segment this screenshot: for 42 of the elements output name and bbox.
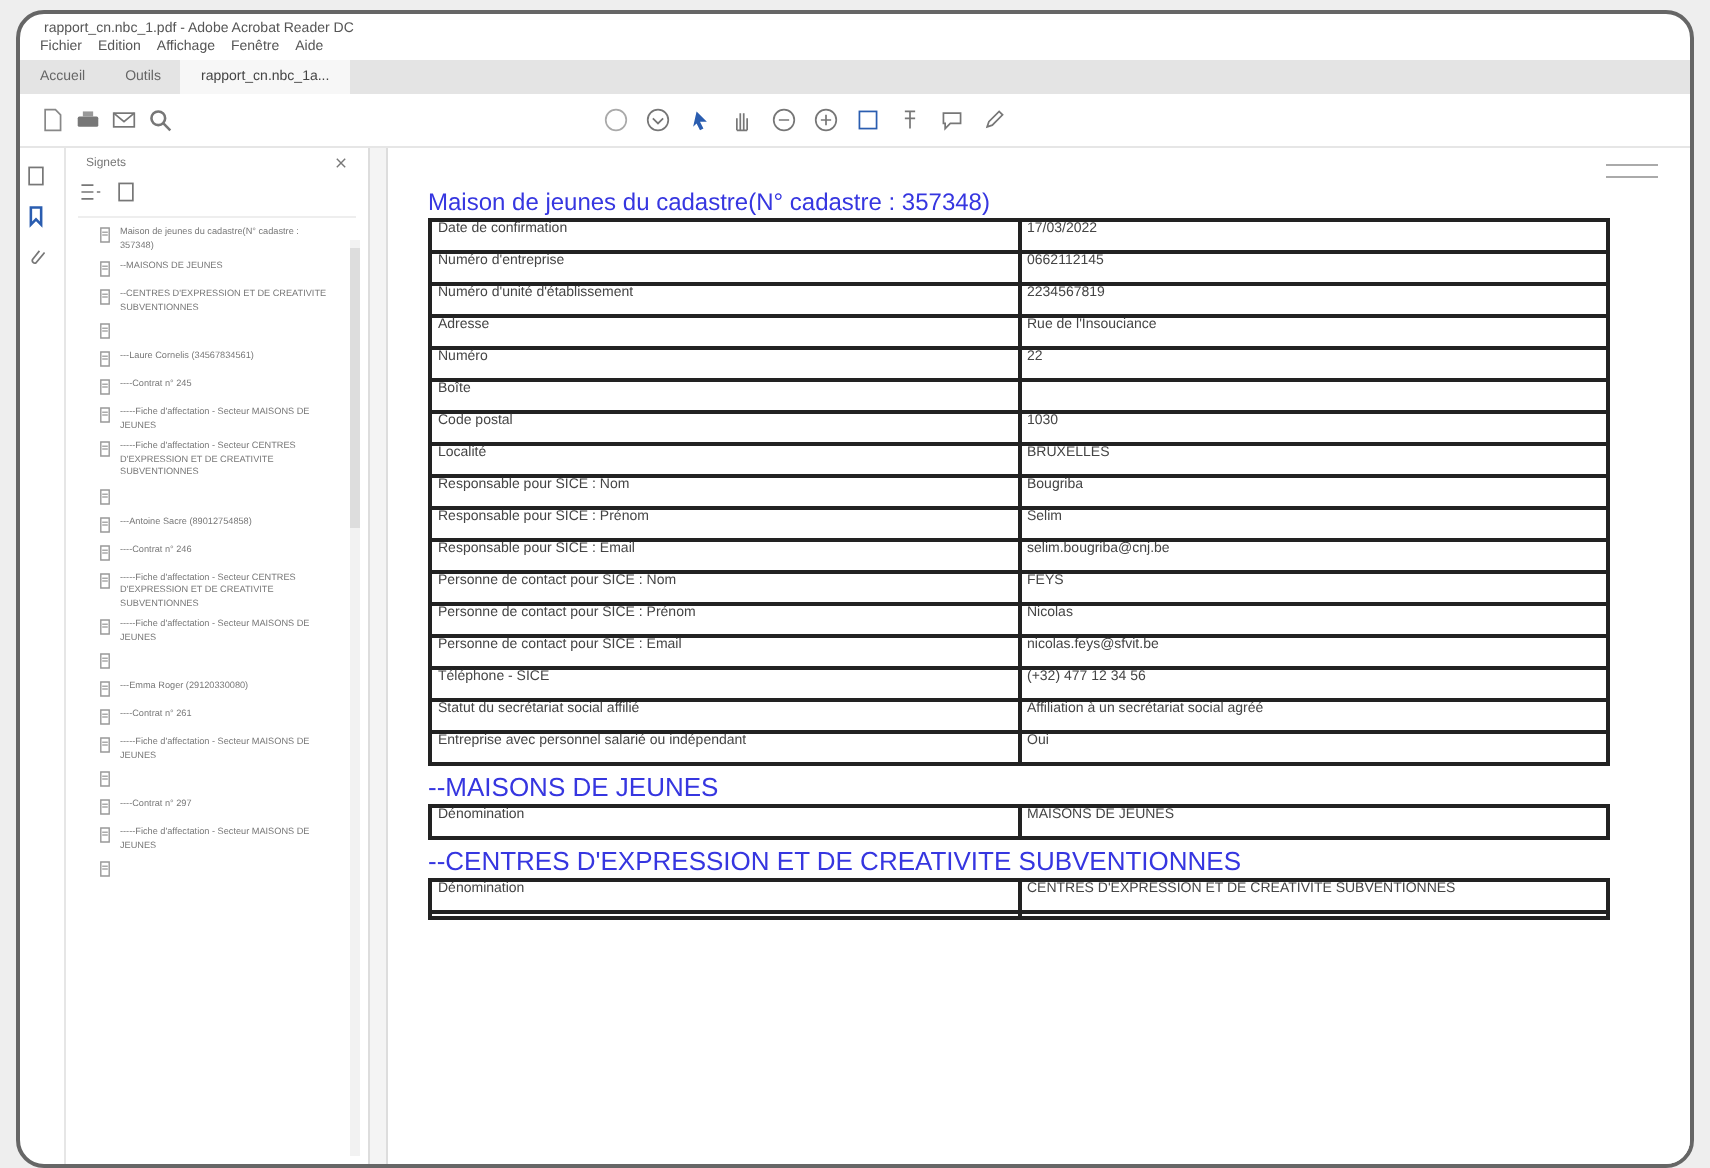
pen-icon[interactable] <box>982 108 1006 132</box>
section-heading: --CENTRES D'EXPRESSION ET DE CREATIVITE SUBVENTIONNES <box>428 846 1244 876</box>
pages-icon[interactable] <box>24 164 48 188</box>
print-icon[interactable] <box>76 108 100 132</box>
bookmark-icon <box>98 860 112 878</box>
bookmark-icon <box>98 826 112 844</box>
bookmark-icon <box>98 406 112 424</box>
document-title: Maison de jeunes du cadastre(N° cadastre : 357348) <box>428 188 992 216</box>
comment-icon[interactable] <box>940 108 964 132</box>
bookmark-icon[interactable] <box>24 204 48 228</box>
bookmark-add-icon[interactable] <box>114 180 138 204</box>
bookmark-icon <box>98 515 112 533</box>
bookmark-icon <box>98 226 112 244</box>
bookmark-icon <box>98 322 112 340</box>
bookmark-icon <box>98 260 112 278</box>
section-heading: --MAISONS DE JEUNES <box>428 772 721 802</box>
zoom-out-icon[interactable] <box>772 108 796 132</box>
bookmark-icon <box>98 736 112 754</box>
bookmark-icon <box>98 543 112 561</box>
bookmark-icon <box>98 798 112 816</box>
mail-icon[interactable] <box>112 108 136 132</box>
pointer-icon[interactable] <box>688 108 712 132</box>
bookmark-icon <box>98 440 112 458</box>
search-icon[interactable] <box>148 108 172 132</box>
bookmark-icon <box>98 288 112 306</box>
down-circle-icon[interactable] <box>646 108 670 132</box>
bookmark-icon <box>98 680 112 698</box>
file-icon[interactable] <box>40 108 64 132</box>
bookmark-icon <box>98 770 112 788</box>
bookmark-icon <box>98 708 112 726</box>
page-marker <box>1606 164 1658 178</box>
scrollbar[interactable] <box>350 240 360 1156</box>
bookmark-icon <box>98 571 112 589</box>
close-icon[interactable] <box>334 156 348 170</box>
zoom-in-icon[interactable] <box>814 108 838 132</box>
bookmark-icon <box>98 652 112 670</box>
bookmark-icon <box>98 487 112 505</box>
bookmark-icon <box>98 350 112 368</box>
bookmark-icon <box>98 618 112 636</box>
bookmark-icon <box>98 378 112 396</box>
list-options-icon[interactable] <box>78 180 102 204</box>
fit-page-icon[interactable] <box>856 108 880 132</box>
